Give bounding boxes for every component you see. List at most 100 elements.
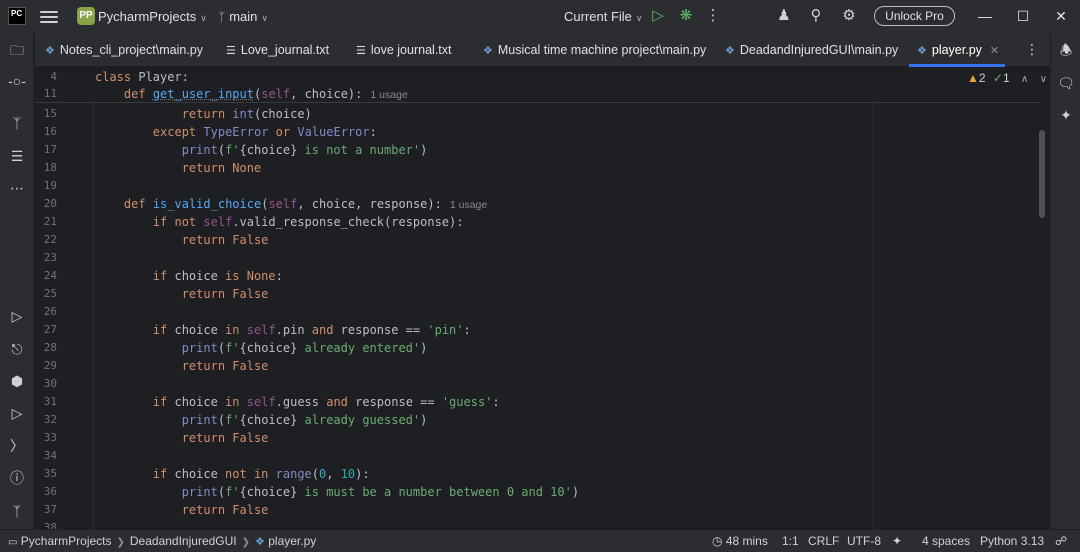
code-editor[interactable]: ▲2 ✓1 ∧ ∨ 4 class Player: 11 def get_user… [35, 68, 1050, 529]
code-text: def is_valid_choice(self, choice, respon… [123, 197, 488, 211]
python-file-icon: ❖ [45, 45, 55, 57]
line-number: 31 [43, 395, 57, 408]
python-packages-icon[interactable]: ⎋ [7, 339, 27, 359]
minimize-icon[interactable]: — [975, 6, 995, 26]
tab-musical-time-machine-main[interactable]: ❖ Musical time machine project\main.py [483, 33, 706, 67]
chevron-up-icon[interactable]: ∧ [1021, 74, 1028, 85]
python-interpreter[interactable]: Python 3.13 [980, 534, 1044, 548]
main-menu-icon[interactable] [40, 8, 58, 24]
branch-selector[interactable]: ᛉ main ∨ [218, 9, 268, 24]
no-inspections-icon[interactable]: ✦ [892, 534, 902, 548]
time-tracker[interactable]: ◷ 48 mins [712, 534, 768, 548]
crumb-project[interactable]: PycharmProjects [21, 534, 112, 548]
problems-icon[interactable]: ⓘ [7, 468, 27, 488]
line-number: 15 [43, 107, 57, 120]
chevron-down-icon: ∨ [635, 13, 643, 23]
code-line: 32 print(f'{choice} already guessed') [35, 411, 1035, 429]
code-line: 21 if not self.valid_response_check(resp… [35, 213, 1035, 231]
code-line: 27 if choice in self.pin and response ==… [35, 321, 1035, 339]
editor-tab-bar: ❖ Notes_cli_project\main.py ☰ Love_journal… [35, 33, 1050, 67]
indent-setting[interactable]: 4 spaces [922, 534, 970, 548]
project-badge[interactable]: PP [77, 7, 95, 25]
tab-label: DeadandInjuredGUI\main.py [739, 43, 899, 57]
line-ending[interactable]: CRLF [808, 534, 839, 548]
search-icon[interactable]: ⚲ [806, 6, 826, 26]
code-line: 22 return False [35, 231, 1035, 249]
code-line: 15 return int(choice) [35, 105, 1035, 123]
code-line: 19 [35, 177, 1035, 195]
run-config-selector[interactable]: Current File ∨ [564, 9, 643, 24]
project-folder-icon[interactable]: 🗀 [7, 40, 27, 60]
terminal-icon[interactable]: 〉 [7, 436, 27, 456]
crumb-file[interactable]: player.py [268, 534, 316, 548]
warning-icon: ▲ [967, 71, 979, 85]
ai-chat-icon[interactable]: 🗨 [1056, 73, 1076, 93]
add-user-icon[interactable]: ♟ [774, 6, 794, 26]
crumb-folder[interactable]: DeadandInjuredGUI [130, 534, 237, 548]
code-line: 29 return False [35, 357, 1035, 375]
vertical-scrollbar[interactable] [1039, 130, 1045, 218]
more-tools-icon[interactable]: ⋯ [7, 178, 27, 198]
commit-icon[interactable]: -○- [7, 71, 27, 91]
tab-love-journal-txt[interactable]: ☰ Love_journal.txt [226, 33, 329, 67]
line-number: 33 [43, 431, 57, 444]
project-selector[interactable]: PycharmProjects ∨ [98, 9, 207, 24]
code-line: 38 [35, 519, 1035, 529]
check-icon: ✓ [992, 71, 1003, 85]
line-number: 38 [43, 521, 57, 529]
code-line: 34 [35, 447, 1035, 465]
line-number: 32 [43, 413, 57, 426]
code-line: 31 if choice in self.guess and response … [35, 393, 1035, 411]
usage-hint[interactable]: 1 usage [370, 89, 407, 101]
caret-position[interactable]: 1:1 [782, 534, 799, 548]
tab-player-py[interactable]: ❖ player.py ✕ [908, 33, 1006, 67]
settings-gear-icon[interactable]: ⚙ [839, 6, 859, 26]
code-text: return False [181, 359, 269, 373]
code-text: if choice in self.guess and response == … [152, 395, 500, 409]
tab-deadandinjuredgui-main[interactable]: ❖ DeadandInjuredGUI\main.py [725, 33, 898, 67]
close-window-icon[interactable]: ✕ [1051, 6, 1071, 26]
unlock-pro-button[interactable]: Unlock Pro [874, 6, 955, 26]
chevron-down-icon[interactable]: ∨ [1040, 74, 1047, 85]
chevron-down-icon: ∨ [261, 13, 268, 23]
inspection-widget[interactable]: ▲2 ✓1 ∧ ∨ [967, 71, 1047, 85]
pull-requests-icon[interactable]: ᛉ [7, 113, 27, 133]
lock-icon[interactable]: ☍ [1055, 534, 1067, 548]
tab-options-icon[interactable]: ⋮ [1025, 41, 1039, 58]
tab-label: Love_journal.txt [240, 43, 330, 57]
run-tool-icon[interactable]: ▷ [7, 306, 27, 326]
chevron-right-icon: ❯ [116, 537, 125, 548]
line-number: 28 [43, 341, 57, 354]
code-text: if not self.valid_response_check(respons… [152, 215, 464, 229]
line-number: 16 [43, 125, 57, 138]
line-number: 26 [43, 305, 57, 318]
notifications-bell-icon[interactable]: 🕭 [1056, 40, 1076, 60]
more-actions-icon[interactable]: ⋮ [703, 6, 723, 26]
clock-icon: ◷ [712, 534, 723, 548]
branch-name: main [229, 9, 258, 24]
debug-icon[interactable]: ❋ [676, 6, 696, 26]
code-text: print(f'{choice} already entered') [181, 341, 428, 355]
python-console-icon[interactable]: ⬢ [7, 371, 27, 391]
usage-hint[interactable]: 1 usage [450, 199, 487, 211]
structure-icon[interactable]: ☰ [7, 146, 27, 166]
version-control-icon[interactable]: ᛉ [7, 501, 27, 521]
line-number: 23 [43, 251, 57, 264]
sticky-scroll-header[interactable]: 4 class Player: 11 def get_user_input(sel… [35, 68, 1040, 103]
file-encoding[interactable]: UTF-8 [847, 534, 881, 548]
code-text: print(f'{choice} already guessed') [181, 413, 428, 427]
run-icon[interactable]: ▷ [648, 6, 668, 26]
chevron-down-icon: ∨ [200, 13, 207, 23]
maximize-icon[interactable]: ☐ [1013, 6, 1033, 26]
services-icon[interactable]: ▷ [7, 403, 27, 423]
python-file-icon: ❖ [725, 45, 735, 57]
close-tab-icon[interactable]: ✕ [990, 45, 999, 57]
tab-love-journal-lower-txt[interactable]: ☰ love journal.txt [356, 33, 451, 67]
status-bar: ▭ PycharmProjects ❯ DeadandInjuredGUI ❯ ❖ pl… [0, 529, 1080, 552]
python-file-icon: ❖ [917, 45, 927, 57]
breadcrumb: ▭ PycharmProjects ❯ DeadandInjuredGUI ❯ ❖ pl… [8, 534, 316, 548]
ai-assistant-sparkle-icon[interactable]: ✦ [1056, 105, 1076, 125]
tab-notes-cli-main[interactable]: ❖ Notes_cli_project\main.py [45, 33, 203, 67]
right-tool-strip: 🕭 🗨 ✦ [1050, 33, 1080, 529]
line-number: 25 [43, 287, 57, 300]
